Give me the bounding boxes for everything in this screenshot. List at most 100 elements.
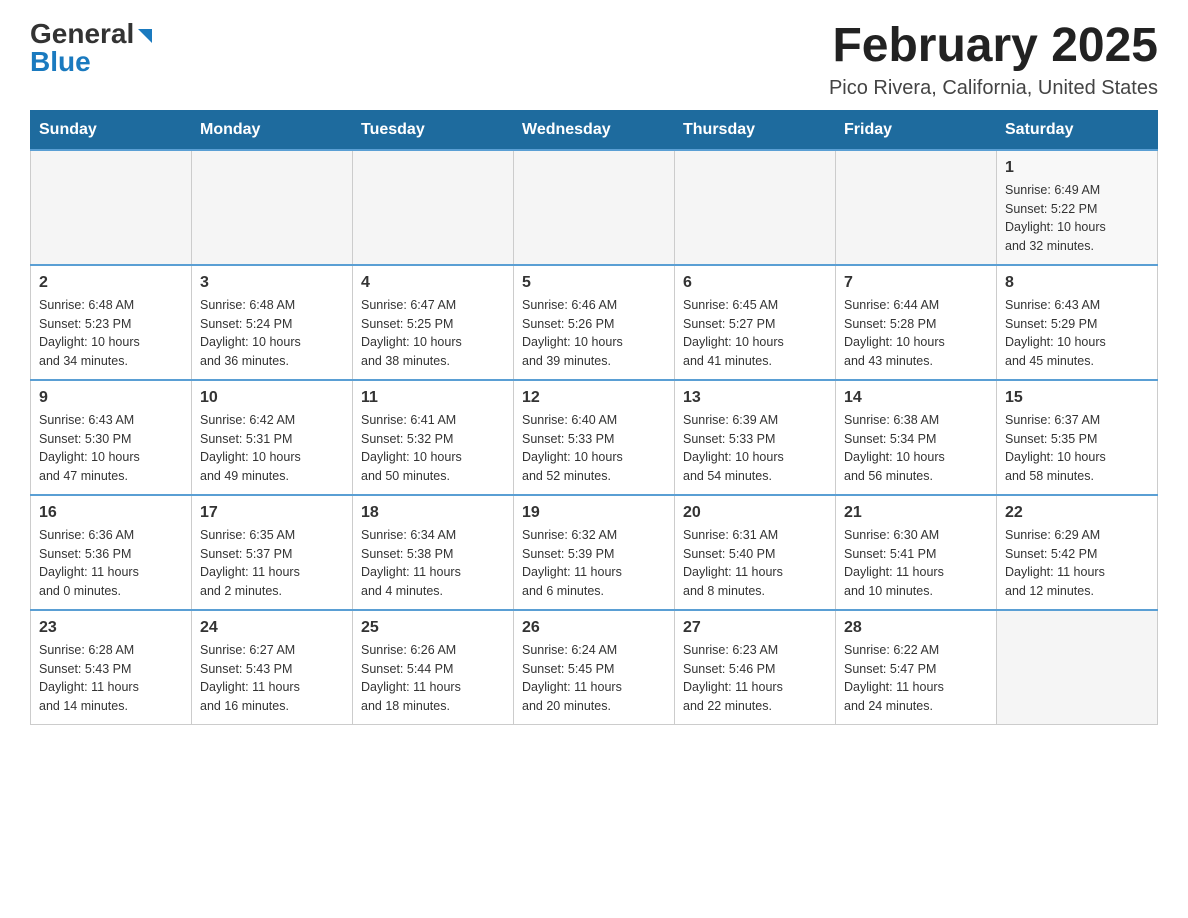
calendar: Sunday Monday Tuesday Wednesday Thursday… [30, 110, 1158, 725]
day-number: 3 [200, 274, 344, 292]
table-row [192, 150, 353, 265]
main-title: February 2025 [829, 20, 1158, 73]
logo-triangle-icon [136, 27, 154, 45]
table-row: 22 Sunrise: 6:29 AM Sunset: 5:42 PM Dayli… [997, 495, 1158, 610]
table-row: 19 Sunrise: 6:32 AM Sunset: 5:39 PM Dayli… [514, 495, 675, 610]
table-row: 2Sunrise: 6:48 AM Sunset: 5:23 PM Daylig… [31, 265, 192, 380]
day-number: 22 [1005, 504, 1149, 522]
day-number: 10 [200, 389, 344, 407]
day-number: 16 [39, 504, 183, 522]
header-monday: Monday [192, 110, 353, 150]
table-row: 23 Sunrise: 6:28 AM Sunset: 5:43 PM Dayli… [31, 610, 192, 725]
table-row: 25Sunrise: 6:26 AM Sunset: 5:44 PM Dayli… [353, 610, 514, 725]
calendar-week-row: 1 Sunrise: 6:49 AM Sunset: 5:22 PM Daylig… [31, 150, 1158, 265]
table-row: 6 Sunrise: 6:45 AM Sunset: 5:27 PM Daylig… [675, 265, 836, 380]
table-row [514, 150, 675, 265]
day-number: 4 [361, 274, 505, 292]
table-row: 15 Sunrise: 6:37 AM Sunset: 5:35 PM Dayli… [997, 380, 1158, 495]
day-number: 17 [200, 504, 344, 522]
table-row: 14Sunrise: 6:38 AM Sunset: 5:34 PM Dayli… [836, 380, 997, 495]
table-row: 20 Sunrise: 6:31 AM Sunset: 5:40 PM Dayli… [675, 495, 836, 610]
table-row: 3 Sunrise: 6:48 AM Sunset: 5:24 PM Daylig… [192, 265, 353, 380]
table-row: 24 Sunrise: 6:27 AM Sunset: 5:43 PM Dayli… [192, 610, 353, 725]
day-info: Sunrise: 6:43 AM Sunset: 5:29 PM Dayligh… [1005, 296, 1149, 371]
day-number: 14 [844, 389, 988, 407]
day-info: Sunrise: 6:27 AM Sunset: 5:43 PM Dayligh… [200, 641, 344, 716]
day-number: 23 [39, 619, 183, 637]
table-row: 8 Sunrise: 6:43 AM Sunset: 5:29 PM Daylig… [997, 265, 1158, 380]
day-number: 12 [522, 389, 666, 407]
header-sunday: Sunday [31, 110, 192, 150]
day-number: 15 [1005, 389, 1149, 407]
table-row [675, 150, 836, 265]
logo-blue: Blue [30, 46, 91, 77]
day-number: 18 [361, 504, 505, 522]
day-info: Sunrise: 6:48 AM Sunset: 5:24 PM Dayligh… [200, 296, 344, 371]
table-row: 28 Sunrise: 6:22 AM Sunset: 5:47 PM Dayli… [836, 610, 997, 725]
day-number: 26 [522, 619, 666, 637]
day-number: 13 [683, 389, 827, 407]
table-row: 7 Sunrise: 6:44 AM Sunset: 5:28 PM Daylig… [836, 265, 997, 380]
title-section: February 2025 Pico Rivera, California, U… [829, 20, 1158, 100]
table-row [353, 150, 514, 265]
table-row: 26Sunrise: 6:24 AM Sunset: 5:45 PM Dayli… [514, 610, 675, 725]
day-number: 1 [1005, 159, 1149, 177]
day-number: 11 [361, 389, 505, 407]
day-info: Sunrise: 6:47 AM Sunset: 5:25 PM Dayligh… [361, 296, 505, 371]
calendar-week-row: 16 Sunrise: 6:36 AM Sunset: 5:36 PM Dayli… [31, 495, 1158, 610]
day-number: 5 [522, 274, 666, 292]
day-info: Sunrise: 6:42 AM Sunset: 5:31 PM Dayligh… [200, 411, 344, 486]
day-info: Sunrise: 6:45 AM Sunset: 5:27 PM Dayligh… [683, 296, 827, 371]
day-info: Sunrise: 6:36 AM Sunset: 5:36 PM Dayligh… [39, 526, 183, 601]
day-info: Sunrise: 6:30 AM Sunset: 5:41 PM Dayligh… [844, 526, 988, 601]
day-info: Sunrise: 6:28 AM Sunset: 5:43 PM Dayligh… [39, 641, 183, 716]
day-number: 20 [683, 504, 827, 522]
table-row: 5 Sunrise: 6:46 AM Sunset: 5:26 PM Daylig… [514, 265, 675, 380]
table-row: 18 Sunrise: 6:34 AM Sunset: 5:38 PM Dayli… [353, 495, 514, 610]
day-number: 7 [844, 274, 988, 292]
page-header: General Blue February 2025 Pico Rivera, … [30, 20, 1158, 100]
table-row [31, 150, 192, 265]
table-row: 10 Sunrise: 6:42 AM Sunset: 5:31 PM Dayli… [192, 380, 353, 495]
header-friday: Friday [836, 110, 997, 150]
day-info: Sunrise: 6:34 AM Sunset: 5:38 PM Dayligh… [361, 526, 505, 601]
day-info: Sunrise: 6:39 AM Sunset: 5:33 PM Dayligh… [683, 411, 827, 486]
calendar-week-row: 9Sunrise: 6:43 AM Sunset: 5:30 PM Daylig… [31, 380, 1158, 495]
day-number: 8 [1005, 274, 1149, 292]
calendar-week-row: 2Sunrise: 6:48 AM Sunset: 5:23 PM Daylig… [31, 265, 1158, 380]
day-number: 28 [844, 619, 988, 637]
day-info: Sunrise: 6:35 AM Sunset: 5:37 PM Dayligh… [200, 526, 344, 601]
day-info: Sunrise: 6:31 AM Sunset: 5:40 PM Dayligh… [683, 526, 827, 601]
table-row: 17 Sunrise: 6:35 AM Sunset: 5:37 PM Dayli… [192, 495, 353, 610]
header-wednesday: Wednesday [514, 110, 675, 150]
table-row: 27Sunrise: 6:23 AM Sunset: 5:46 PM Dayli… [675, 610, 836, 725]
day-info: Sunrise: 6:46 AM Sunset: 5:26 PM Dayligh… [522, 296, 666, 371]
table-row: 16 Sunrise: 6:36 AM Sunset: 5:36 PM Dayli… [31, 495, 192, 610]
logo-general: General [30, 20, 134, 48]
day-info: Sunrise: 6:37 AM Sunset: 5:35 PM Dayligh… [1005, 411, 1149, 486]
day-info: Sunrise: 6:22 AM Sunset: 5:47 PM Dayligh… [844, 641, 988, 716]
header-tuesday: Tuesday [353, 110, 514, 150]
table-row [997, 610, 1158, 725]
table-row: 11Sunrise: 6:41 AM Sunset: 5:32 PM Dayli… [353, 380, 514, 495]
day-number: 19 [522, 504, 666, 522]
table-row: 13 Sunrise: 6:39 AM Sunset: 5:33 PM Dayli… [675, 380, 836, 495]
day-number: 6 [683, 274, 827, 292]
day-info: Sunrise: 6:23 AM Sunset: 5:46 PM Dayligh… [683, 641, 827, 716]
day-number: 21 [844, 504, 988, 522]
subtitle: Pico Rivera, California, United States [829, 77, 1158, 100]
table-row [836, 150, 997, 265]
day-info: Sunrise: 6:49 AM Sunset: 5:22 PM Dayligh… [1005, 181, 1149, 256]
day-number: 24 [200, 619, 344, 637]
day-info: Sunrise: 6:40 AM Sunset: 5:33 PM Dayligh… [522, 411, 666, 486]
table-row: 9Sunrise: 6:43 AM Sunset: 5:30 PM Daylig… [31, 380, 192, 495]
day-number: 25 [361, 619, 505, 637]
day-info: Sunrise: 6:44 AM Sunset: 5:28 PM Dayligh… [844, 296, 988, 371]
table-row: 1 Sunrise: 6:49 AM Sunset: 5:22 PM Daylig… [997, 150, 1158, 265]
day-info: Sunrise: 6:43 AM Sunset: 5:30 PM Dayligh… [39, 411, 183, 486]
calendar-week-row: 23 Sunrise: 6:28 AM Sunset: 5:43 PM Dayli… [31, 610, 1158, 725]
day-info: Sunrise: 6:29 AM Sunset: 5:42 PM Dayligh… [1005, 526, 1149, 601]
day-number: 2 [39, 274, 183, 292]
day-info: Sunrise: 6:32 AM Sunset: 5:39 PM Dayligh… [522, 526, 666, 601]
calendar-header-row: Sunday Monday Tuesday Wednesday Thursday… [31, 110, 1158, 150]
